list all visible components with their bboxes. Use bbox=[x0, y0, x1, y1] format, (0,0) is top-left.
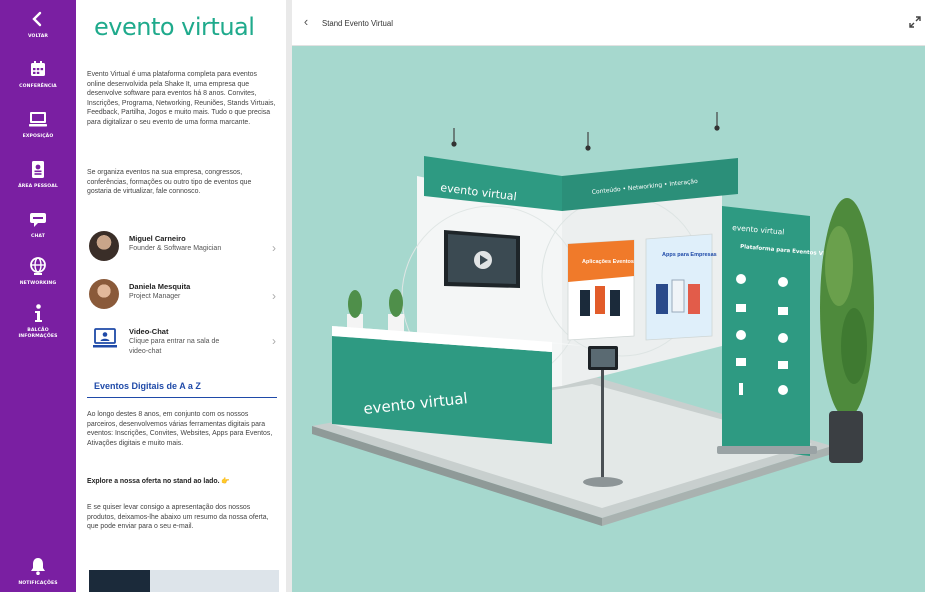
explore-text: Explore a nossa oferta no stand ao lado.… bbox=[87, 478, 230, 485]
avatar bbox=[89, 231, 119, 261]
poster-apps-empresas[interactable]: Apps para Empresas bbox=[645, 233, 717, 341]
sidebar-item-chat[interactable]: CHAT bbox=[0, 208, 76, 240]
globe-icon bbox=[30, 257, 46, 275]
monitor-icon bbox=[29, 112, 47, 127]
video-screen[interactable] bbox=[444, 230, 520, 288]
organize-text: Se organiza eventos na sua empresa, cong… bbox=[87, 169, 252, 195]
contact-name: Video-Chat bbox=[129, 327, 169, 336]
chevron-left-icon: ‹ bbox=[303, 14, 309, 29]
poster-aplicacoes-eventos[interactable]: Aplicações Eventos bbox=[567, 239, 635, 341]
presentation-thumbnail[interactable] bbox=[89, 570, 279, 592]
expand-icon[interactable] bbox=[909, 16, 921, 28]
video-chat-icon bbox=[93, 327, 119, 351]
presentation-text: E se quiser levar consigo a apresentação… bbox=[87, 504, 269, 530]
contact-daniela[interactable]: Daniela Mesquita Project Manager › bbox=[87, 277, 279, 313]
sidebar-item-conferencia[interactable]: CONFERÊNCIA bbox=[0, 58, 76, 90]
stage-title: Stand Evento Virtual bbox=[322, 19, 393, 28]
sidebar: VOLTAR CONFERÊNCIA EXPOSIÇÃO ÁREA PESSOA… bbox=[0, 0, 76, 592]
sidebar-item-label: NETWORKING bbox=[19, 281, 57, 286]
sidebar-item-label: VOLTAR bbox=[27, 34, 48, 39]
contact-role: Founder & Software Magician bbox=[129, 245, 222, 252]
chevron-right-icon: › bbox=[272, 334, 276, 348]
back-button[interactable]: ‹ bbox=[298, 14, 314, 30]
contact-role: Project Manager bbox=[129, 293, 181, 300]
chevron-right-icon: › bbox=[272, 289, 276, 303]
virtual-stand: evento virtual Conteúdo • Networking • I… bbox=[292, 46, 925, 592]
bell-icon bbox=[31, 558, 45, 575]
contact-name: Daniela Mesquita bbox=[129, 282, 191, 291]
poster2-title: Apps para Empresas bbox=[662, 252, 717, 258]
sidebar-item-label: NOTIFICAÇÕES bbox=[18, 581, 58, 586]
section-title: Eventos Digitais de A a Z bbox=[87, 375, 277, 398]
tall-plant bbox=[820, 198, 874, 463]
sidebar-item-networking[interactable]: NETWORKING bbox=[0, 255, 76, 287]
sidebar-item-label: CHAT bbox=[31, 234, 45, 239]
chat-icon bbox=[30, 213, 46, 227]
sidebar-item-label: CONFERÊNCIA bbox=[19, 84, 57, 89]
sidebar-item-label: EXPOSIÇÃO bbox=[22, 134, 54, 139]
id-badge-icon bbox=[32, 161, 44, 178]
chevron-left-icon bbox=[32, 11, 42, 27]
reception-counter[interactable]: evento virtual bbox=[332, 326, 584, 444]
sidebar-item-label: ÁREA PESSOAL bbox=[18, 184, 58, 189]
small-plants bbox=[347, 289, 404, 332]
info-panel: evento virtual Evento Virtual é uma plat… bbox=[76, 0, 286, 592]
section-body: Ao longo destes 8 anos, em conjunto com … bbox=[87, 411, 273, 447]
spotlights bbox=[451, 112, 720, 151]
chevron-right-icon: › bbox=[272, 241, 276, 255]
contact-role: Clique para entrar na sala de video-chat bbox=[129, 338, 220, 355]
info-icon bbox=[35, 304, 42, 322]
contact-video-chat[interactable]: Video-Chat Clique para entrar na sala de… bbox=[87, 322, 279, 362]
avatar bbox=[89, 279, 119, 309]
contact-name: Miguel Carneiro bbox=[129, 234, 186, 243]
sidebar-item-voltar[interactable]: VOLTAR bbox=[0, 8, 76, 40]
poster1-title: Aplicações Eventos bbox=[582, 259, 634, 265]
sidebar-item-informacoes[interactable]: BALCÃO INFORMAÇÕES bbox=[0, 302, 76, 340]
sidebar-item-notificacoes[interactable]: NOTIFICAÇÕES bbox=[0, 555, 76, 587]
sidebar-item-exposicao[interactable]: EXPOSIÇÃO bbox=[0, 108, 76, 140]
stage-header: ‹ Stand Evento Virtual bbox=[292, 0, 925, 46]
sidebar-item-label: BALCÃO INFORMAÇÕES bbox=[18, 328, 58, 339]
calendar-icon bbox=[31, 61, 45, 76]
intro-text: Evento Virtual é uma plataforma completa… bbox=[87, 71, 276, 126]
brand-logo: evento virtual bbox=[94, 13, 255, 41]
contact-miguel[interactable]: Miguel Carneiro Founder & Software Magic… bbox=[87, 229, 279, 265]
sidebar-item-area-pessoal[interactable]: ÁREA PESSOAL bbox=[0, 158, 76, 190]
